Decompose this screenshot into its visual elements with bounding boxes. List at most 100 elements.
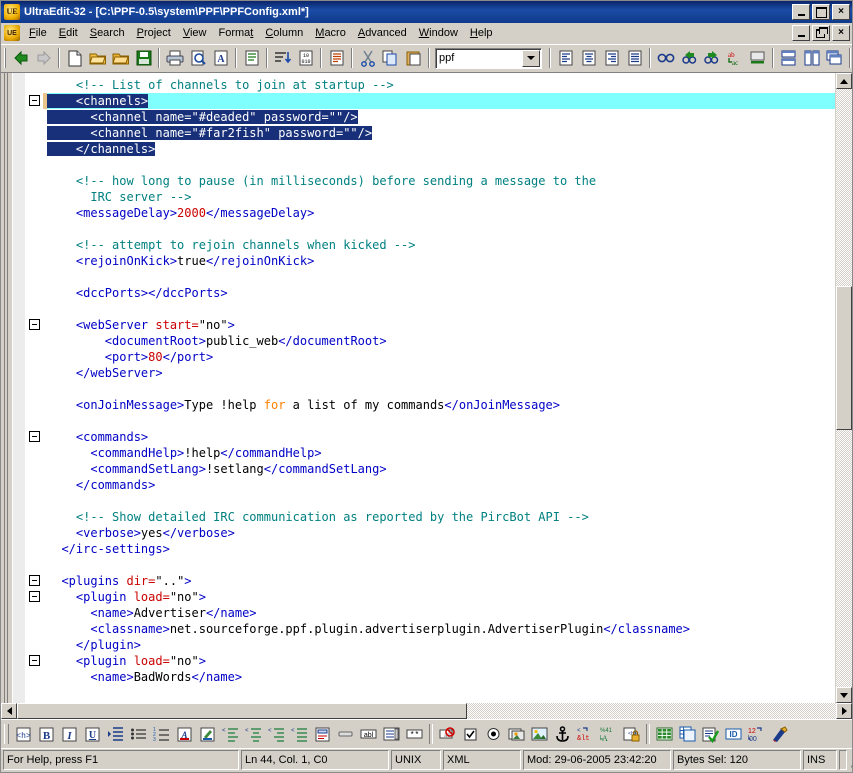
- cascade-icon[interactable]: [823, 47, 846, 69]
- fold-toggle-icon[interactable]: [29, 655, 40, 666]
- code-line[interactable]: <verbose>yes</verbose>: [43, 525, 835, 541]
- document-icon[interactable]: UE: [4, 25, 20, 41]
- code-line[interactable]: <plugins dir="..">: [43, 573, 835, 589]
- code-line[interactable]: </irc-settings>: [43, 541, 835, 557]
- font-color-icon[interactable]: A: [173, 723, 196, 745]
- code-line[interactable]: IRC server -->: [43, 189, 835, 205]
- radio-field-icon[interactable]: [482, 723, 505, 745]
- open-folder-icon[interactable]: [109, 47, 132, 69]
- menu-project[interactable]: Project: [131, 25, 177, 41]
- code-line[interactable]: [43, 269, 835, 285]
- menu-file[interactable]: File: [23, 25, 53, 41]
- maximize-button[interactable]: [812, 4, 830, 20]
- code-line[interactable]: </plugin>: [43, 637, 835, 653]
- horizontal-scroll-track[interactable]: [17, 703, 836, 719]
- toolbar-grip[interactable]: [4, 48, 6, 68]
- code-line[interactable]: <channel name="#deaded" password=""/>: [43, 109, 835, 125]
- copy-icon[interactable]: [379, 47, 402, 69]
- code-line[interactable]: [43, 221, 835, 237]
- code-line[interactable]: <port>80</port>: [43, 349, 835, 365]
- word-wrap-icon[interactable]: [240, 47, 263, 69]
- code-line[interactable]: </webServer>: [43, 365, 835, 381]
- align-center-icon[interactable]: [577, 47, 600, 69]
- menu-format[interactable]: Format: [213, 25, 260, 41]
- menu-window[interactable]: Window: [413, 25, 464, 41]
- vertical-scroll-track[interactable]: [836, 89, 852, 687]
- validate-icon[interactable]: [699, 723, 722, 745]
- horizontal-scrollbar[interactable]: [1, 703, 852, 719]
- underline-icon[interactable]: U: [81, 723, 104, 745]
- code-folding-margin[interactable]: [26, 73, 43, 703]
- find-icon[interactable]: [654, 47, 677, 69]
- fold-toggle-icon[interactable]: [29, 95, 40, 106]
- forward-arrow-icon[interactable]: [32, 47, 55, 69]
- code-line[interactable]: <onJoinMessage>Type !help for a list of …: [43, 397, 835, 413]
- find-prev-icon[interactable]: [677, 47, 700, 69]
- no-entry-icon[interactable]: ab: [436, 723, 459, 745]
- search-combo[interactable]: ppf: [435, 47, 542, 69]
- close-button[interactable]: ×: [832, 4, 850, 20]
- print-icon[interactable]: [163, 47, 186, 69]
- horizontal-rule-icon[interactable]: [334, 723, 357, 745]
- code-line[interactable]: <webServer start="no">: [43, 317, 835, 333]
- code-line[interactable]: <name>Advertiser</name>: [43, 605, 835, 621]
- vertical-scroll-thumb[interactable]: [836, 286, 852, 430]
- anchor-icon[interactable]: [551, 723, 574, 745]
- code-line[interactable]: [43, 381, 835, 397]
- code-line[interactable]: <!-- attempt to rejoin channels when kic…: [43, 237, 835, 253]
- tile-horizontal-icon[interactable]: [777, 47, 800, 69]
- code-line[interactable]: <documentRoot>public_web</documentRoot>: [43, 333, 835, 349]
- highlight-color-icon[interactable]: [196, 723, 219, 745]
- code-line[interactable]: </commands>: [43, 477, 835, 493]
- code-line[interactable]: [43, 557, 835, 573]
- mdi-restore-button[interactable]: [812, 25, 830, 41]
- code-line[interactable]: <channel name="#far2fish" password=""/>: [43, 125, 835, 141]
- resize-grip[interactable]: [849, 750, 853, 770]
- code-line[interactable]: <channels>: [43, 93, 835, 109]
- italic-icon[interactable]: I: [58, 723, 81, 745]
- id-tag-icon[interactable]: ID: [722, 723, 745, 745]
- search-input[interactable]: ppf: [436, 52, 522, 64]
- tile-vertical-icon[interactable]: [800, 47, 823, 69]
- fold-toggle-icon[interactable]: [29, 431, 40, 442]
- menu-macro[interactable]: Macro: [309, 25, 352, 41]
- image-properties-icon[interactable]: [528, 723, 551, 745]
- dropdown-field-icon[interactable]: [380, 723, 403, 745]
- code-line[interactable]: [43, 413, 835, 429]
- password-field-icon[interactable]: **: [403, 723, 426, 745]
- justify-icon[interactable]: [623, 47, 646, 69]
- selection-margin[interactable]: [13, 73, 26, 703]
- table-copy-icon[interactable]: [676, 723, 699, 745]
- code-line[interactable]: <commands>: [43, 429, 835, 445]
- new-file-icon[interactable]: [63, 47, 86, 69]
- lock-icon[interactable]: <h>: [620, 723, 643, 745]
- replace-icon[interactable]: ab ac: [723, 47, 746, 69]
- cut-icon[interactable]: [356, 47, 379, 69]
- menu-edit[interactable]: Edit: [53, 25, 84, 41]
- fold-toggle-icon[interactable]: [29, 591, 40, 602]
- code-line[interactable]: <commandSetLang>!setlang</commandSetLang…: [43, 461, 835, 477]
- horizontal-scroll-thumb[interactable]: [17, 703, 468, 719]
- para-align-center-icon[interactable]: <: [242, 723, 265, 745]
- vertical-scrollbar[interactable]: [835, 73, 852, 703]
- menu-help[interactable]: Help: [464, 25, 499, 41]
- menu-view[interactable]: View: [177, 25, 213, 41]
- numbered-list-icon[interactable]: 123: [150, 723, 173, 745]
- find-replace-font-icon[interactable]: A: [209, 47, 232, 69]
- insert-image-icon[interactable]: [505, 723, 528, 745]
- number-format-icon[interactable]: 12 00: [745, 723, 768, 745]
- scroll-up-button[interactable]: [836, 73, 852, 89]
- code-editor[interactable]: <!-- List of channels to join at startup…: [43, 73, 835, 703]
- code-line[interactable]: <messageDelay>2000</messageDelay>: [43, 205, 835, 221]
- fold-toggle-icon[interactable]: [29, 319, 40, 330]
- menu-advanced[interactable]: Advanced: [352, 25, 413, 41]
- code-line[interactable]: </channels>: [43, 141, 835, 157]
- fold-toggle-icon[interactable]: [29, 575, 40, 586]
- insert-form-icon[interactable]: [311, 723, 334, 745]
- font-size-icon[interactable]: %41 A: [597, 723, 620, 745]
- save-icon[interactable]: [132, 47, 155, 69]
- para-align-left-icon[interactable]: <: [219, 723, 242, 745]
- para-align-right-icon[interactable]: <: [265, 723, 288, 745]
- code-line[interactable]: <classname>net.sourceforge.ppf.plugin.ad…: [43, 621, 835, 637]
- code-line[interactable]: <commandHelp>!help</commandHelp>: [43, 445, 835, 461]
